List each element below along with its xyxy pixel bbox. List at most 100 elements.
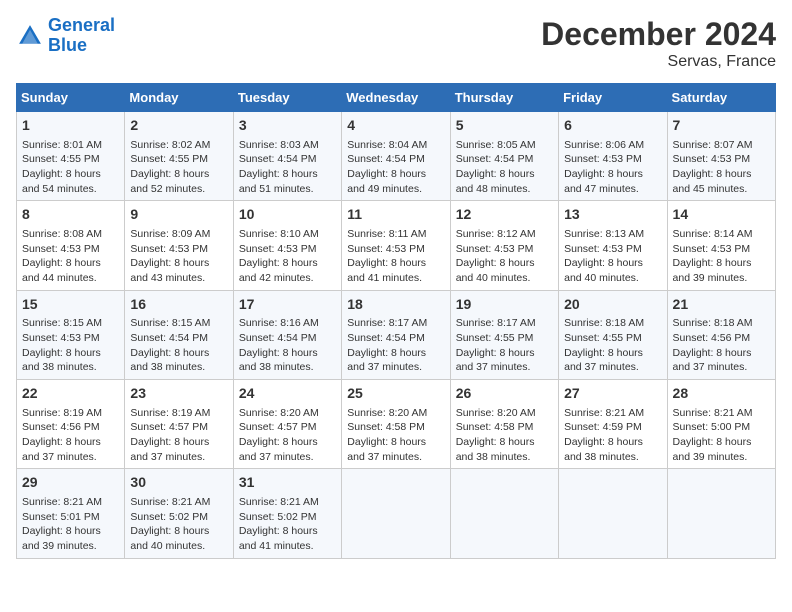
day-number: 20 bbox=[564, 295, 661, 315]
sunset-text: Sunset: 5:00 PM bbox=[673, 421, 751, 433]
logo: General Blue bbox=[16, 16, 115, 56]
sunrise-text: Sunrise: 8:15 AM bbox=[22, 317, 102, 329]
sunrise-text: Sunrise: 8:20 AM bbox=[456, 407, 536, 419]
header-day: Monday bbox=[125, 84, 233, 112]
daylight-text: Daylight: 8 hours and 37 minutes. bbox=[130, 436, 209, 463]
day-number: 26 bbox=[456, 384, 553, 404]
calendar-subtitle: Servas, France bbox=[541, 53, 776, 71]
day-number: 9 bbox=[130, 205, 227, 225]
calendar-cell: 2 Sunrise: 8:02 AM Sunset: 4:55 PM Dayli… bbox=[125, 112, 233, 201]
daylight-text: Daylight: 8 hours and 40 minutes. bbox=[456, 257, 535, 284]
sunrise-text: Sunrise: 8:18 AM bbox=[564, 317, 644, 329]
sunset-text: Sunset: 4:59 PM bbox=[564, 421, 642, 433]
daylight-text: Daylight: 8 hours and 42 minutes. bbox=[239, 257, 318, 284]
sunrise-text: Sunrise: 8:01 AM bbox=[22, 139, 102, 151]
calendar-cell: 28 Sunrise: 8:21 AM Sunset: 5:00 PM Dayl… bbox=[667, 380, 775, 469]
sunrise-text: Sunrise: 8:16 AM bbox=[239, 317, 319, 329]
day-number: 10 bbox=[239, 205, 336, 225]
sunrise-text: Sunrise: 8:03 AM bbox=[239, 139, 319, 151]
sunset-text: Sunset: 4:54 PM bbox=[239, 153, 317, 165]
day-number: 22 bbox=[22, 384, 119, 404]
calendar-week-row: 22 Sunrise: 8:19 AM Sunset: 4:56 PM Dayl… bbox=[17, 380, 776, 469]
calendar-cell: 29 Sunrise: 8:21 AM Sunset: 5:01 PM Dayl… bbox=[17, 469, 125, 558]
sunrise-text: Sunrise: 8:21 AM bbox=[22, 496, 102, 508]
day-number: 5 bbox=[456, 116, 553, 136]
day-number: 30 bbox=[130, 473, 227, 493]
sunrise-text: Sunrise: 8:07 AM bbox=[673, 139, 753, 151]
daylight-text: Daylight: 8 hours and 37 minutes. bbox=[673, 347, 752, 374]
daylight-text: Daylight: 8 hours and 49 minutes. bbox=[347, 168, 426, 195]
daylight-text: Daylight: 8 hours and 37 minutes. bbox=[22, 436, 101, 463]
day-number: 18 bbox=[347, 295, 444, 315]
calendar-week-row: 15 Sunrise: 8:15 AM Sunset: 4:53 PM Dayl… bbox=[17, 290, 776, 379]
sunset-text: Sunset: 4:56 PM bbox=[22, 421, 100, 433]
daylight-text: Daylight: 8 hours and 39 minutes. bbox=[673, 436, 752, 463]
sunset-text: Sunset: 4:58 PM bbox=[456, 421, 534, 433]
calendar-cell: 25 Sunrise: 8:20 AM Sunset: 4:58 PM Dayl… bbox=[342, 380, 450, 469]
daylight-text: Daylight: 8 hours and 45 minutes. bbox=[673, 168, 752, 195]
page-header: General Blue December 2024 Servas, Franc… bbox=[16, 16, 776, 71]
day-number: 16 bbox=[130, 295, 227, 315]
day-number: 11 bbox=[347, 205, 444, 225]
logo-text: General Blue bbox=[48, 16, 115, 56]
daylight-text: Daylight: 8 hours and 41 minutes. bbox=[239, 525, 318, 552]
day-number: 29 bbox=[22, 473, 119, 493]
sunrise-text: Sunrise: 8:21 AM bbox=[564, 407, 644, 419]
daylight-text: Daylight: 8 hours and 38 minutes. bbox=[239, 347, 318, 374]
daylight-text: Daylight: 8 hours and 48 minutes. bbox=[456, 168, 535, 195]
calendar-cell: 8 Sunrise: 8:08 AM Sunset: 4:53 PM Dayli… bbox=[17, 201, 125, 290]
day-number: 17 bbox=[239, 295, 336, 315]
daylight-text: Daylight: 8 hours and 41 minutes. bbox=[347, 257, 426, 284]
calendar-week-row: 1 Sunrise: 8:01 AM Sunset: 4:55 PM Dayli… bbox=[17, 112, 776, 201]
calendar-title: December 2024 bbox=[541, 16, 776, 53]
calendar-cell: 23 Sunrise: 8:19 AM Sunset: 4:57 PM Dayl… bbox=[125, 380, 233, 469]
sunset-text: Sunset: 4:54 PM bbox=[347, 332, 425, 344]
sunset-text: Sunset: 4:55 PM bbox=[130, 153, 208, 165]
day-number: 4 bbox=[347, 116, 444, 136]
calendar-cell: 12 Sunrise: 8:12 AM Sunset: 4:53 PM Dayl… bbox=[450, 201, 558, 290]
sunset-text: Sunset: 4:55 PM bbox=[22, 153, 100, 165]
calendar-cell: 10 Sunrise: 8:10 AM Sunset: 4:53 PM Dayl… bbox=[233, 201, 341, 290]
day-number: 7 bbox=[673, 116, 770, 136]
header-day: Friday bbox=[559, 84, 667, 112]
calendar-cell: 21 Sunrise: 8:18 AM Sunset: 4:56 PM Dayl… bbox=[667, 290, 775, 379]
header-day: Sunday bbox=[17, 84, 125, 112]
calendar-cell: 14 Sunrise: 8:14 AM Sunset: 4:53 PM Dayl… bbox=[667, 201, 775, 290]
sunrise-text: Sunrise: 8:04 AM bbox=[347, 139, 427, 151]
calendar-cell: 1 Sunrise: 8:01 AM Sunset: 4:55 PM Dayli… bbox=[17, 112, 125, 201]
calendar-cell: 26 Sunrise: 8:20 AM Sunset: 4:58 PM Dayl… bbox=[450, 380, 558, 469]
sunrise-text: Sunrise: 8:13 AM bbox=[564, 228, 644, 240]
daylight-text: Daylight: 8 hours and 51 minutes. bbox=[239, 168, 318, 195]
header-day: Wednesday bbox=[342, 84, 450, 112]
sunset-text: Sunset: 4:53 PM bbox=[22, 332, 100, 344]
header-row: SundayMondayTuesdayWednesdayThursdayFrid… bbox=[17, 84, 776, 112]
daylight-text: Daylight: 8 hours and 38 minutes. bbox=[564, 436, 643, 463]
sunset-text: Sunset: 4:53 PM bbox=[347, 243, 425, 255]
sunrise-text: Sunrise: 8:19 AM bbox=[22, 407, 102, 419]
day-number: 1 bbox=[22, 116, 119, 136]
logo-line1: General bbox=[48, 15, 115, 35]
sunrise-text: Sunrise: 8:09 AM bbox=[130, 228, 210, 240]
calendar-cell: 17 Sunrise: 8:16 AM Sunset: 4:54 PM Dayl… bbox=[233, 290, 341, 379]
calendar-cell: 20 Sunrise: 8:18 AM Sunset: 4:55 PM Dayl… bbox=[559, 290, 667, 379]
calendar-cell: 3 Sunrise: 8:03 AM Sunset: 4:54 PM Dayli… bbox=[233, 112, 341, 201]
calendar-cell bbox=[667, 469, 775, 558]
calendar-cell: 13 Sunrise: 8:13 AM Sunset: 4:53 PM Dayl… bbox=[559, 201, 667, 290]
sunrise-text: Sunrise: 8:08 AM bbox=[22, 228, 102, 240]
calendar-week-row: 8 Sunrise: 8:08 AM Sunset: 4:53 PM Dayli… bbox=[17, 201, 776, 290]
sunrise-text: Sunrise: 8:05 AM bbox=[456, 139, 536, 151]
sunset-text: Sunset: 4:53 PM bbox=[673, 153, 751, 165]
day-number: 6 bbox=[564, 116, 661, 136]
sunset-text: Sunset: 4:54 PM bbox=[456, 153, 534, 165]
calendar-cell: 22 Sunrise: 8:19 AM Sunset: 4:56 PM Dayl… bbox=[17, 380, 125, 469]
sunset-text: Sunset: 4:53 PM bbox=[673, 243, 751, 255]
logo-line2: Blue bbox=[48, 35, 87, 55]
calendar-cell: 16 Sunrise: 8:15 AM Sunset: 4:54 PM Dayl… bbox=[125, 290, 233, 379]
header-day: Tuesday bbox=[233, 84, 341, 112]
sunset-text: Sunset: 4:53 PM bbox=[239, 243, 317, 255]
calendar-cell: 18 Sunrise: 8:17 AM Sunset: 4:54 PM Dayl… bbox=[342, 290, 450, 379]
sunrise-text: Sunrise: 8:15 AM bbox=[130, 317, 210, 329]
daylight-text: Daylight: 8 hours and 39 minutes. bbox=[22, 525, 101, 552]
day-number: 27 bbox=[564, 384, 661, 404]
calendar-cell: 27 Sunrise: 8:21 AM Sunset: 4:59 PM Dayl… bbox=[559, 380, 667, 469]
